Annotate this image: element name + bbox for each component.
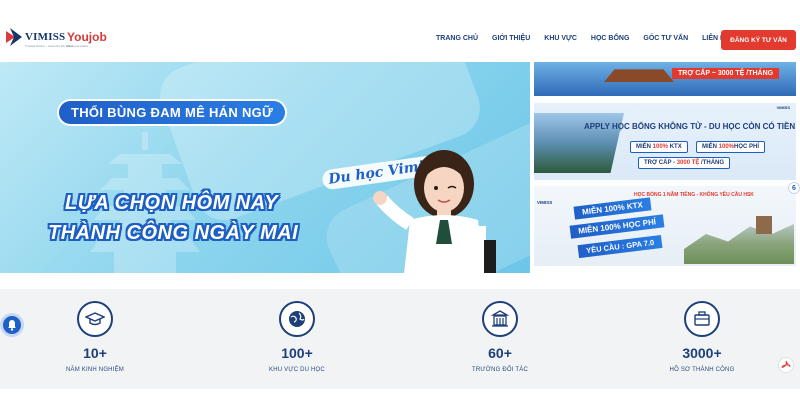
stat-value: 3000+: [682, 345, 722, 361]
youjob-logo-tagline: Find your future: [67, 44, 89, 48]
hero-headline-pill: THỔI BÙNG ĐAM MÊ HÁN NGỮ: [57, 99, 288, 126]
youjob-logo[interactable]: Youjob Find your future: [67, 30, 107, 48]
stat-label: TRƯỜNG ĐỐI TÁC: [472, 367, 528, 373]
hero-headline-line-2: THÀNH CÔNG NGÀY MAI: [48, 222, 299, 244]
globe-icon: [279, 301, 315, 337]
pdf-button[interactable]: [778, 357, 794, 373]
vimiss-logo-text: VIMISS: [25, 31, 66, 43]
nav-scholarships[interactable]: HỌC BỔNG: [591, 35, 630, 42]
nav-advice[interactable]: GÓC TƯ VẤN: [643, 35, 688, 42]
register-consult-button[interactable]: ĐĂNG KÝ TƯ VẤN: [721, 30, 796, 50]
notification-bell-button[interactable]: [0, 313, 24, 337]
bell-icon: [8, 320, 16, 331]
stat-regions: 100+ KHU VỰC DU HỌC: [237, 301, 357, 373]
page: VIMISS Trusted choice – Learn for the fu…: [0, 0, 800, 400]
stat-value: 100+: [281, 345, 313, 361]
vimiss-logo[interactable]: VIMISS Trusted choice – Learn for the fu…: [6, 28, 73, 48]
nav-regions[interactable]: KHU VỰC: [544, 35, 577, 42]
stat-value: 10+: [83, 345, 107, 361]
stat-label: KHU VỰC DU HỌC: [269, 367, 325, 373]
main-nav: TRANG CHỦ GIỚI THIỆU KHU VỰC HỌC BỔNG GÓ…: [436, 35, 744, 42]
stat-experience: 10+ NĂM KINH NGHIỆM: [35, 301, 155, 373]
language-year-title: HỌC BỔNG 1 NĂM TIẾNG - KHÔNG YÊU CẦU HSK: [634, 192, 754, 198]
briefcase-icon: [684, 301, 720, 337]
vimiss-mini-logo: VIMISS: [537, 200, 553, 205]
stat-label: NĂM KINH NGHIỆM: [65, 367, 124, 373]
dorm-waiver-chip: MIỄN 100% KTX: [630, 141, 688, 153]
stats-strip: 10+ NĂM KINH NGHIỆM 100+ KHU VỰC DU HỌC: [0, 289, 800, 389]
scholarship-title: APPLY HỌC BỔNG KHÔNG TỬ - DU HỌC CÒN CÓ …: [584, 122, 796, 131]
youjob-logo-text: Youjob: [67, 30, 107, 44]
nav-home[interactable]: TRANG CHỦ: [436, 35, 478, 42]
school-building-icon: [482, 301, 518, 337]
student-photo: [373, 150, 496, 273]
hero-headline-line-1: LỰA CHỌN HÔM NAY: [65, 192, 279, 214]
promo-card-subsidy[interactable]: TRỢ CẤP ~ 3000 TỆ /THÁNG: [534, 62, 796, 96]
vimiss-mini-logo: VIMISS: [776, 105, 790, 110]
stat-partners: 60+ TRƯỜNG ĐỐI TÁC: [440, 301, 560, 373]
promo-card-language-year[interactable]: VIMISS HỌC BỔNG 1 NĂM TIẾNG - KHÔNG YÊU …: [534, 186, 796, 266]
nav-about[interactable]: GIỚI THIỆU: [492, 35, 530, 42]
subsidy-chip: TRỢ CẤP - 3000 TỆ /THÁNG: [638, 157, 731, 169]
stat-label: HỒ SƠ THÀNH CÔNG: [669, 367, 735, 373]
temple-roof-graphic: [604, 69, 674, 82]
side-badge[interactable]: 6: [788, 182, 800, 194]
stat-value: 60+: [488, 345, 512, 361]
hero-banner[interactable]: THỔI BÙNG ĐAM MÊ HÁN NGỮ LỰA CHỌN HÔM NA…: [0, 62, 530, 273]
watchtower-graphic: [756, 216, 772, 234]
pdf-icon: [781, 360, 791, 368]
subsidy-tag: TRỢ CẤP ~ 3000 TỆ /THÁNG: [672, 68, 780, 79]
promo-card-scholarship[interactable]: VIMISS APPLY HỌC BỔNG KHÔNG TỬ - DU HỌC …: [534, 103, 796, 180]
vimiss-logo-mark-icon: [6, 28, 22, 46]
great-wall-graphic: [684, 224, 794, 264]
stat-success: 3000+ HỒ SƠ THÀNH CÔNG: [642, 301, 762, 373]
site-header: VIMISS Trusted choice – Learn for the fu…: [0, 22, 800, 60]
tuition-waiver-chip: MIỄN 100%HỌC PHÍ: [696, 141, 766, 153]
graduation-cap-icon: [77, 301, 113, 337]
gpa-requirement-banner: YÊU CẦU : GPA 7.0: [577, 234, 663, 259]
